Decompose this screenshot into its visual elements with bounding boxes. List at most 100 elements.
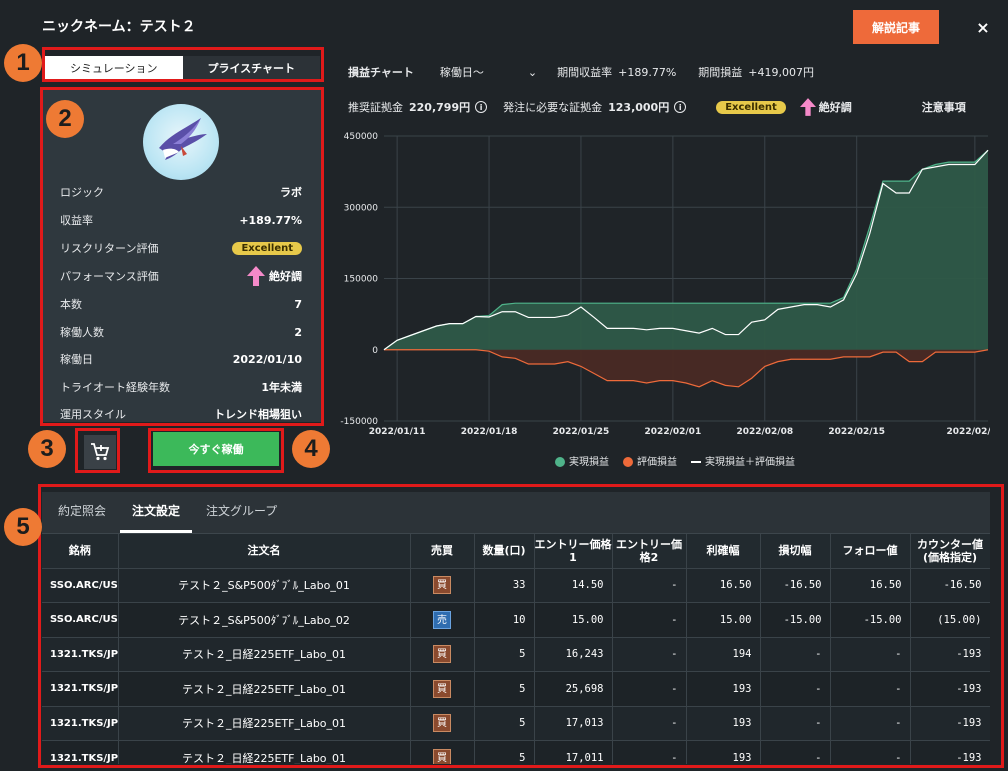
table-row[interactable]: 1321.TKS/JP テスト２_日経225ETF_Labo_01 買 5 25… xyxy=(42,671,990,706)
cell-take-profit: 193 xyxy=(686,740,761,764)
chart-title: 損益チャート xyxy=(348,66,414,79)
cell-counter: -193 xyxy=(910,705,990,741)
tab-order-groups[interactable]: 注文グループ xyxy=(194,502,289,533)
marker-3: 3 xyxy=(28,430,66,468)
arrow-up-icon xyxy=(799,98,816,116)
cell-counter: (15.00) xyxy=(910,602,990,637)
table-row[interactable]: 1321.TKS/JP テスト２_日経225ETF_Labo_01 買 5 16… xyxy=(42,636,990,672)
legend-label: 実現損益 xyxy=(569,457,609,468)
arrow-up-icon xyxy=(247,266,265,286)
info-label: パフォーマンス評価 xyxy=(60,270,159,283)
buy-badge: 買 xyxy=(433,576,451,595)
table-row[interactable]: 1321.TKS/JP テスト２_日経225ETF_Labo_01 買 5 17… xyxy=(42,740,990,764)
marker-2: 2 xyxy=(46,100,84,138)
info-value: 1年未満 xyxy=(261,381,302,394)
chevron-down-icon[interactable]: ⌄ xyxy=(528,66,537,79)
column-header: 売買 xyxy=(410,534,475,568)
cell-take-profit: 16.50 xyxy=(686,567,761,603)
cell-stop-loss: -15.00 xyxy=(760,602,831,637)
table-row[interactable]: SSO.ARC/US テスト２_S&P500ﾀﾞﾌﾞﾙ_Labo_01 買 33… xyxy=(42,567,990,603)
info-label: 稼働日 xyxy=(60,353,93,366)
guide-article-button[interactable]: 解説記事 xyxy=(853,10,939,44)
cell-symbol: SSO.ARC/US xyxy=(42,567,119,603)
y-tick-label: 450000 xyxy=(344,132,379,142)
cell-entry2: - xyxy=(612,636,687,672)
cell-order-name: テスト２_S&P500ﾀﾞﾌﾞﾙ_Labo_01 xyxy=(118,567,411,603)
cart-icon xyxy=(91,443,110,461)
info-icon[interactable]: i xyxy=(475,101,488,113)
cell-follow: - xyxy=(830,740,911,764)
cell-entry2: - xyxy=(612,705,687,741)
y-tick-label: 0 xyxy=(372,346,378,356)
cell-symbol: 1321.TKS/JP xyxy=(42,705,119,741)
tab-simulation[interactable]: シミュレーション xyxy=(45,56,183,80)
notes-link[interactable]: 注意事項 xyxy=(922,99,966,115)
info-label: リスクリターン評価 xyxy=(60,242,159,255)
table-row[interactable]: SSO.ARC/US テスト２_S&P500ﾀﾞﾌﾞﾙ_Labo_02 売 10… xyxy=(42,602,990,637)
area-realized xyxy=(384,150,988,350)
run-now-button[interactable]: 今すぐ稼働 xyxy=(153,432,279,466)
cell-follow: - xyxy=(830,671,911,706)
column-header: カウンター値(価格指定) xyxy=(910,534,990,568)
cell-order-name: テスト２_S&P500ﾀﾞﾌﾞﾙ_Labo_02 xyxy=(118,602,411,637)
cell-symbol: 1321.TKS/JP xyxy=(42,636,119,672)
cell-entry1: 17,011 xyxy=(534,740,613,764)
performance-text: 絶好調 xyxy=(818,101,852,114)
tab-price-chart[interactable]: プライスチャート xyxy=(183,56,321,80)
excellent-badge: Excellent xyxy=(716,100,786,114)
info-label: 稼働人数 xyxy=(60,326,104,339)
cell-stop-loss: -16.50 xyxy=(760,567,831,603)
buy-badge: 買 xyxy=(433,679,451,698)
order-tabs: 約定照会 注文設定 注文グループ xyxy=(42,492,990,534)
column-header: エントリー価格2 xyxy=(612,534,687,568)
tab-order-settings[interactable]: 注文設定 xyxy=(120,502,193,533)
period-return-value: +189.77% xyxy=(618,65,677,79)
required-margin-value: 123,000円 xyxy=(608,101,670,114)
required-margin-label: 発注に必要な証拠金 xyxy=(503,101,603,114)
info-row-logic: ロジック ラボ xyxy=(60,182,302,202)
legend-item-realized: 実現損益 xyxy=(555,453,609,468)
cell-stop-loss: - xyxy=(760,636,831,672)
period-select[interactable]: 稼働日～ xyxy=(440,64,484,80)
table-header-row: 銘柄 注文名 売買 数量(口) エントリー価格1 エントリー価格2 利確幅 損切… xyxy=(42,534,990,568)
column-header: エントリー価格1 xyxy=(534,534,613,568)
buy-badge: 買 xyxy=(433,749,451,764)
info-value: +189.77% xyxy=(239,213,302,227)
marker-5: 5 xyxy=(4,508,42,546)
column-header: 銘柄 xyxy=(42,534,119,568)
column-header: 損切幅 xyxy=(760,534,831,568)
cell-qty: 10 xyxy=(474,602,535,637)
period-return-label: 期間収益率 xyxy=(557,66,613,79)
close-icon[interactable]: × xyxy=(972,16,994,38)
cell-follow: - xyxy=(830,705,911,741)
y-tick-label: 300000 xyxy=(344,203,379,213)
table-row[interactable]: 1321.TKS/JP テスト２_日経225ETF_Labo_01 買 5 17… xyxy=(42,705,990,741)
cell-take-profit: 194 xyxy=(686,636,761,672)
info-row-risk-return: リスクリターン評価 Excellent xyxy=(60,238,302,258)
orders-panel: 約定照会 注文設定 注文グループ 銘柄 注文名 売買 数量(口) エントリー価格… xyxy=(42,492,990,764)
info-row-style: 運用スタイル トレンド相場狙い xyxy=(60,404,302,424)
cell-counter: -193 xyxy=(910,671,990,706)
area-unrealized xyxy=(384,349,988,387)
cell-entry1: 17,013 xyxy=(534,705,613,741)
cell-counter: -193 xyxy=(910,636,990,672)
add-to-cart-button[interactable] xyxy=(84,435,116,469)
info-value: 絶好調 xyxy=(247,266,302,286)
cell-qty: 33 xyxy=(474,567,535,603)
cell-side: 買 xyxy=(410,567,475,603)
cell-follow: 16.50 xyxy=(830,567,911,603)
period-pl-value: +419,007円 xyxy=(748,66,814,79)
column-header: 注文名 xyxy=(118,534,411,568)
cell-symbol: 1321.TKS/JP xyxy=(42,740,119,764)
info-value: ラボ xyxy=(280,186,302,199)
info-value: トレンド相場狙い xyxy=(214,408,302,421)
buy-badge: 買 xyxy=(433,714,451,733)
cell-stop-loss: - xyxy=(760,705,831,741)
cell-stop-loss: - xyxy=(760,740,831,764)
marker-4: 4 xyxy=(292,430,330,468)
info-icon[interactable]: i xyxy=(674,101,687,113)
tab-executions[interactable]: 約定照会 xyxy=(46,502,118,533)
cell-entry1: 16,243 xyxy=(534,636,613,672)
cell-qty: 5 xyxy=(474,636,535,672)
cell-entry2: - xyxy=(612,602,687,637)
